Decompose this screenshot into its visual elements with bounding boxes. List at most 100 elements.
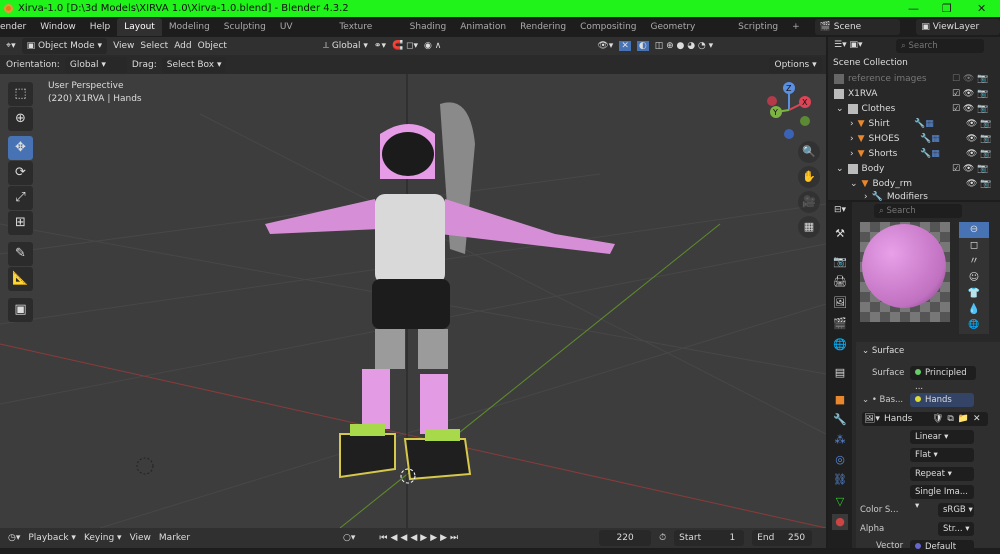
menu-keying[interactable]: Keying ▾ — [84, 533, 122, 543]
outliner-item[interactable]: ⌄ Clothes ☑ 👁 📷 — [828, 101, 1000, 116]
open-folder-icon[interactable]: 📁 — [958, 414, 969, 424]
outliner-item[interactable]: › ▼ Shorts 🔧▦ 👁 📷 — [828, 146, 1000, 161]
menu-select[interactable]: Select — [140, 41, 168, 51]
stopwatch-icon[interactable]: ⏱ — [659, 533, 666, 543]
physics-tab-icon[interactable]: ◎ — [832, 452, 848, 468]
tab-layout[interactable]: Layout — [117, 18, 162, 36]
outliner-item[interactable]: reference images ☐ 👁 📷 — [828, 71, 1000, 86]
scale-tool-icon[interactable]: ⤢ — [8, 186, 33, 210]
visibility-icon[interactable]: 👁▾ — [597, 41, 613, 51]
material-tab-icon[interactable]: ● — [832, 514, 848, 530]
cube-preview-icon[interactable]: ◻ — [959, 238, 989, 254]
fluid-preview-icon[interactable]: 💧 — [959, 302, 989, 318]
start-frame-field[interactable]: Start 1 — [674, 530, 745, 546]
world-lighting-icon[interactable]: 🌐 — [959, 320, 989, 333]
outliner-item[interactable]: X1RVA ☑ 👁 📷 — [828, 86, 1000, 101]
add-workspace-button[interactable]: + — [785, 18, 807, 36]
minimize-button[interactable]: — — [908, 2, 919, 15]
3d-viewport[interactable]: Z X Y User Perspective (220) X1RVA | Han… — [0, 74, 826, 528]
properties-search-input[interactable]: ⌕ Search — [874, 204, 962, 218]
scene-tab-icon[interactable]: 🎬 — [832, 316, 848, 332]
transform-tool-icon[interactable]: ⊞ — [8, 211, 33, 235]
current-frame-field[interactable]: 220 — [599, 530, 652, 546]
tool-tab-icon[interactable]: ⚒ — [832, 226, 848, 242]
visibility-toggles[interactable]: ☑ 👁 📷 — [952, 104, 988, 114]
view-layer-tab-icon[interactable]: 🖼 — [832, 295, 848, 311]
surface-panel-header[interactable]: ⌄ Surface — [862, 346, 904, 356]
add-cube-tool-icon[interactable]: ▣ — [8, 298, 33, 322]
base-color-expander[interactable]: ⌄ • Bas... — [862, 395, 903, 405]
tab-texture-paint[interactable]: Texture Paint — [332, 18, 402, 50]
world-tab-icon[interactable]: 🌐 — [832, 337, 848, 353]
tab-animation[interactable]: Animation — [453, 18, 513, 36]
fake-user-icon[interactable]: 🛡 — [932, 414, 943, 424]
editor-type-icon[interactable]: ⌖▾ — [6, 41, 16, 51]
tab-sculpting[interactable]: Sculpting — [217, 18, 273, 36]
image-browse-icon[interactable]: 🖼▾ — [864, 414, 880, 424]
surface-shader-field[interactable]: Principled ... — [910, 366, 976, 392]
perspective-toggle-icon[interactable]: ▦ — [798, 216, 820, 238]
tab-compositing[interactable]: Compositing — [573, 18, 643, 36]
annotate-tool-icon[interactable]: ✎ — [8, 242, 33, 266]
collection-tab-icon[interactable]: ▤ — [832, 365, 848, 381]
zoom-view-icon[interactable]: 🔍 — [798, 141, 820, 163]
measure-tool-icon[interactable]: 📐 — [8, 267, 33, 291]
duplicate-icon[interactable]: ⧉ — [947, 414, 953, 424]
gizmo-toggle-icon[interactable]: ✕ — [619, 41, 631, 51]
close-button[interactable]: ✕ — [977, 2, 986, 15]
outliner-item[interactable]: › ▼ SHOES 🔧▦ 👁 📷 — [828, 131, 1000, 146]
hair-preview-icon[interactable]: 〃 — [959, 254, 989, 270]
sphere-preview-icon[interactable]: ⊖ — [959, 222, 989, 238]
auto-key-icon[interactable]: ○▾ — [343, 533, 355, 543]
cloth-preview-icon[interactable]: 👕 — [959, 286, 989, 302]
outliner-display-mode-icon[interactable]: ☰▾ ▣▾ — [834, 40, 862, 50]
scene-selector[interactable]: 🎬 Scene — [814, 19, 901, 35]
view-layer-selector[interactable]: ▣ ViewLayer — [916, 19, 1000, 35]
playback-controls[interactable]: ⏮◀◀◀▶▶▶⏭ — [379, 533, 461, 543]
menu-timeline-view[interactable]: View — [130, 533, 151, 543]
shading-modes-icon[interactable]: ◫ ⊕ ● ◕ ◔ ▾ — [655, 41, 713, 51]
interpolation-dropdown[interactable]: Linear ▾ — [910, 430, 974, 444]
snap-icon[interactable]: 🧲 ◻▾ — [392, 41, 418, 51]
menu-window[interactable]: Window — [33, 18, 83, 36]
source-dropdown[interactable]: Single Ima... ▾ — [910, 485, 974, 511]
menu-render[interactable]: ender — [0, 18, 33, 36]
menu-playback[interactable]: Playback ▾ — [28, 533, 76, 543]
proportional-edit-icon[interactable]: ◉ ∧ — [424, 41, 441, 51]
menu-object[interactable]: Object — [198, 41, 227, 51]
camera-view-icon[interactable]: 🎥 — [798, 191, 820, 213]
visibility-toggles[interactable]: 👁 📷 — [966, 149, 992, 159]
visibility-toggles[interactable]: ☑ 👁 📷 — [952, 164, 988, 174]
maximize-button[interactable]: ❐ — [942, 2, 952, 15]
overlay-toggle-icon[interactable]: ◐ — [636, 41, 649, 51]
color-space-dropdown[interactable]: sRGB ▾ — [938, 503, 974, 517]
orientation-dropdown[interactable]: Global ▾ — [64, 56, 127, 73]
visibility-toggles[interactable]: ☑ 👁 📷 — [952, 89, 988, 99]
tab-geometry-nodes[interactable]: Geometry Nodes — [644, 18, 732, 50]
pan-view-icon[interactable]: ✋ — [798, 166, 820, 188]
menu-add[interactable]: Add — [174, 41, 191, 51]
output-tab-icon[interactable]: 🖨 — [832, 274, 848, 290]
transform-orientation[interactable]: ⟂ Global ▾ — [323, 41, 368, 51]
constraints-tab-icon[interactable]: ⛓ — [832, 472, 848, 488]
timeline-editor-icon[interactable]: ◷▾ — [8, 533, 20, 543]
tab-rendering[interactable]: Rendering — [513, 18, 573, 36]
menu-view[interactable]: View — [113, 41, 134, 51]
rotate-tool-icon[interactable]: ⟳ — [8, 161, 33, 185]
particles-tab-icon[interactable]: ⁂ — [832, 432, 848, 448]
options-dropdown[interactable]: Options ▾ — [769, 56, 822, 73]
menu-marker[interactable]: Marker — [159, 533, 190, 543]
drag-dropdown[interactable]: Select Box ▾ — [161, 56, 227, 73]
tab-modeling[interactable]: Modeling — [162, 18, 217, 36]
tab-uv-editing[interactable]: UV Editing — [273, 18, 333, 50]
modifier-tab-icon[interactable]: 🔧 — [832, 412, 848, 428]
visibility-toggles[interactable]: 👁 📷 — [966, 119, 992, 129]
cursor-tool-icon[interactable]: ⊕ — [8, 107, 33, 131]
menu-help[interactable]: Help — [83, 18, 118, 36]
select-box-tool-icon[interactable]: ⬚ — [8, 82, 33, 106]
mode-selector[interactable]: ▣ Object Mode ▾ — [21, 38, 108, 54]
render-tab-icon[interactable]: 📷 — [832, 254, 848, 270]
properties-editor-type-icon[interactable]: ⊟▾ — [834, 205, 846, 215]
monkey-preview-icon[interactable]: ☺ — [959, 270, 989, 286]
preview-shape-selector[interactable]: ⊖ ◻ 〃 ☺ 👕 💧 — [959, 222, 989, 334]
